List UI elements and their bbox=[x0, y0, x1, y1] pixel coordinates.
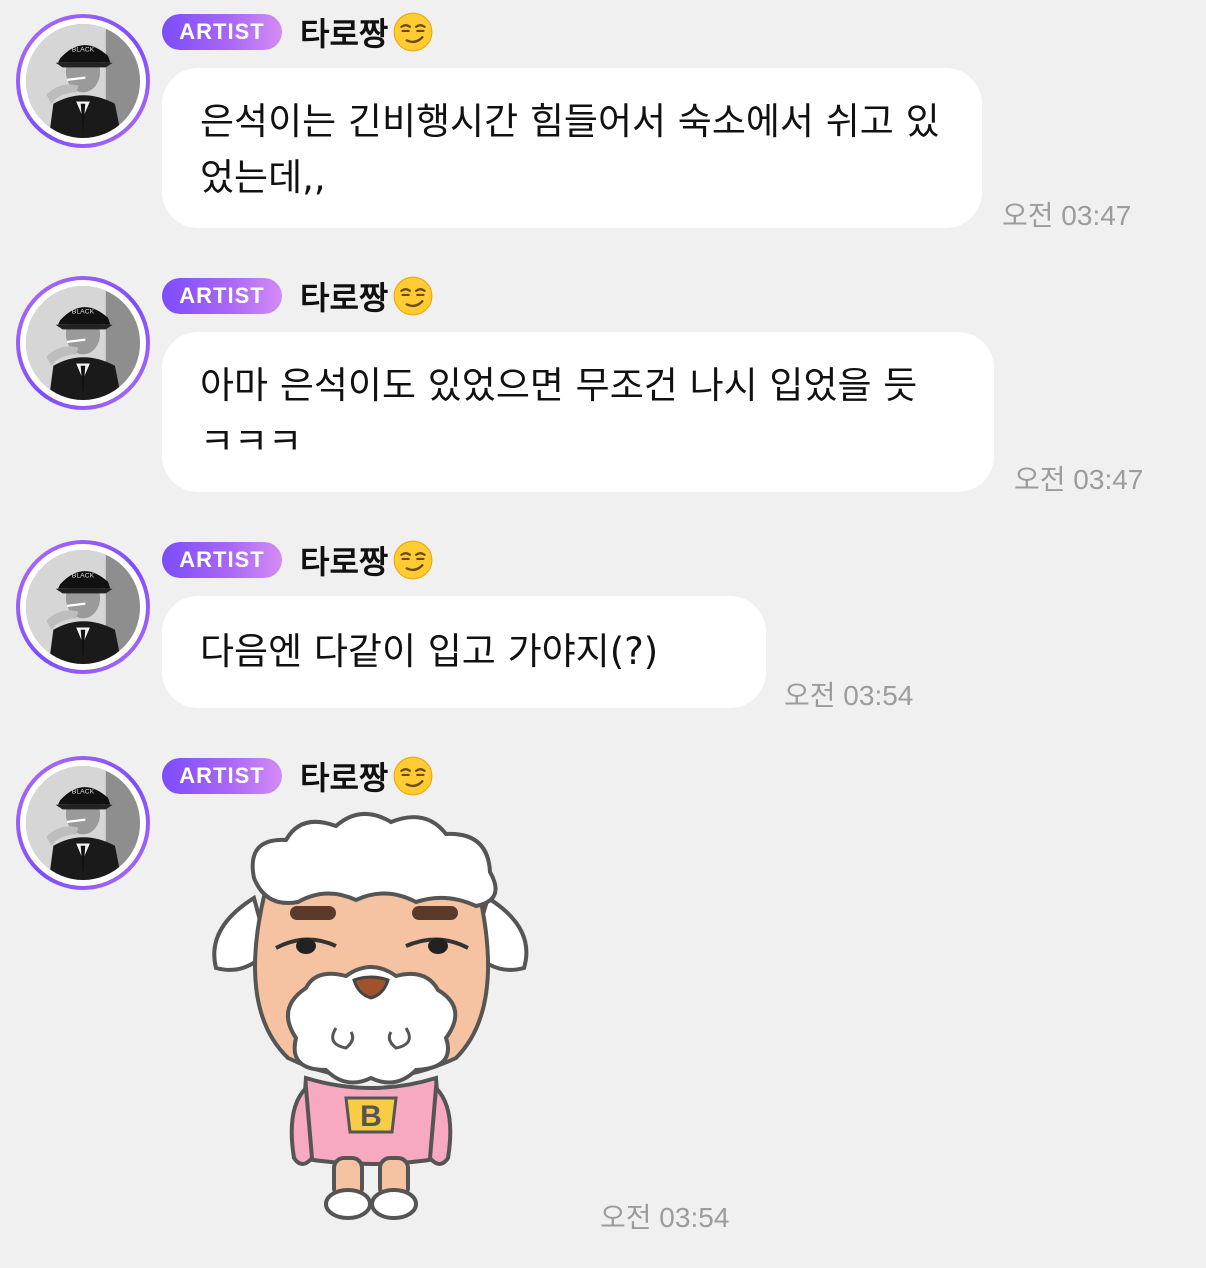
message-bubble[interactable]: 아마 은석이도 있었으면 무조건 나시 입었을 듯 ㅋㅋㅋ bbox=[162, 332, 994, 492]
artist-badge: ARTIST bbox=[162, 758, 282, 794]
message-timestamp: 오전 03:54 bbox=[784, 680, 914, 711]
avatar-photo bbox=[26, 24, 140, 138]
artist-badge: ARTIST bbox=[162, 542, 282, 578]
sender-name-text: 타로짱 bbox=[300, 543, 389, 581]
avatar[interactable] bbox=[16, 756, 150, 890]
artist-badge: ARTIST bbox=[162, 14, 282, 50]
sender-name: 타로짱 bbox=[300, 755, 434, 797]
message-timestamp: 오전 03:54 bbox=[600, 1202, 730, 1233]
smirking-face-icon bbox=[392, 539, 434, 581]
avatar[interactable] bbox=[16, 276, 150, 410]
message-bubble[interactable]: 다음엔 다같이 입고 가야지(?) bbox=[162, 596, 766, 708]
message-bubble[interactable]: 은석이는 긴비행시간 힘들어서 숙소에서 쉬고 있었는데,, bbox=[162, 68, 982, 228]
smirking-face-icon bbox=[392, 755, 434, 797]
sticker-letter: B bbox=[360, 1100, 382, 1133]
avatar[interactable] bbox=[16, 540, 150, 674]
sheep-character-sticker[interactable]: B bbox=[206, 808, 536, 1228]
avatar-photo bbox=[26, 286, 140, 400]
smirking-face-icon bbox=[392, 275, 434, 317]
sender-name: 타로짱 bbox=[300, 539, 434, 581]
sender-name-text: 타로짱 bbox=[300, 279, 389, 317]
avatar-photo bbox=[26, 550, 140, 664]
avatar[interactable] bbox=[16, 14, 150, 148]
message-text: 다음엔 다같이 입고 가야지(?) bbox=[200, 630, 659, 673]
message-timestamp: 오전 03:47 bbox=[1014, 464, 1144, 495]
avatar-photo bbox=[26, 766, 140, 880]
message-text: 은석이는 긴비행시간 힘들어서 숙소에서 쉬고 있었는데,, bbox=[200, 100, 940, 199]
smirking-face-icon bbox=[392, 11, 434, 53]
message-timestamp: 오전 03:47 bbox=[1002, 200, 1132, 231]
sender-name: 타로짱 bbox=[300, 275, 434, 317]
sender-name-text: 타로짱 bbox=[300, 15, 389, 53]
artist-badge: ARTIST bbox=[162, 278, 282, 314]
message-text: 아마 은석이도 있었으면 무조건 나시 입었을 듯 ㅋㅋㅋ bbox=[200, 364, 918, 463]
sender-name-text: 타로짱 bbox=[300, 759, 389, 797]
sender-name: 타로짱 bbox=[300, 11, 434, 53]
